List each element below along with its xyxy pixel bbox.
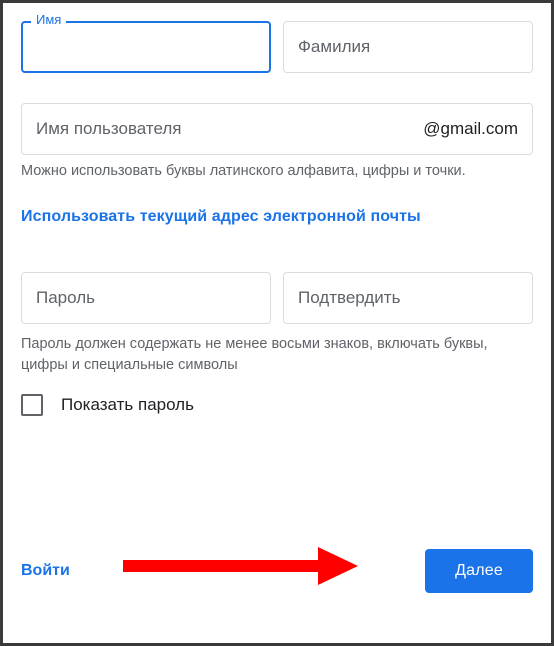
use-current-email-link[interactable]: Использовать текущий адрес электронной п… bbox=[21, 208, 421, 226]
bottom-row: Войти Далее bbox=[21, 549, 533, 593]
username-row: @gmail.com Можно использовать буквы лати… bbox=[21, 103, 533, 182]
password-input[interactable] bbox=[21, 272, 271, 324]
password-row bbox=[21, 272, 533, 324]
show-password-checkbox[interactable] bbox=[21, 394, 43, 416]
password-section: Пароль должен содержать не менее восьми … bbox=[21, 272, 533, 416]
email-suffix: @gmail.com bbox=[423, 119, 518, 139]
signup-form: Имя @gmail.com Можно использовать буквы … bbox=[0, 0, 554, 646]
last-name-input[interactable] bbox=[283, 21, 533, 73]
username-field-wrap: @gmail.com bbox=[21, 103, 533, 155]
signin-link[interactable]: Войти bbox=[21, 562, 70, 580]
show-password-label: Показать пароль bbox=[61, 395, 194, 415]
next-button[interactable]: Далее bbox=[425, 549, 533, 593]
password-hint: Пароль должен содержать не менее восьми … bbox=[21, 334, 533, 376]
first-name-field-wrap: Имя bbox=[21, 21, 271, 73]
confirm-password-field-wrap bbox=[283, 272, 533, 324]
last-name-field-wrap bbox=[283, 21, 533, 73]
first-name-input[interactable] bbox=[21, 21, 271, 73]
name-row: Имя bbox=[21, 21, 533, 73]
password-field-wrap bbox=[21, 272, 271, 324]
username-input[interactable] bbox=[36, 104, 423, 154]
first-name-label: Имя bbox=[31, 12, 66, 27]
username-hint: Можно использовать буквы латинского алфа… bbox=[21, 161, 533, 182]
show-password-row: Показать пароль bbox=[21, 394, 533, 416]
confirm-password-input[interactable] bbox=[283, 272, 533, 324]
